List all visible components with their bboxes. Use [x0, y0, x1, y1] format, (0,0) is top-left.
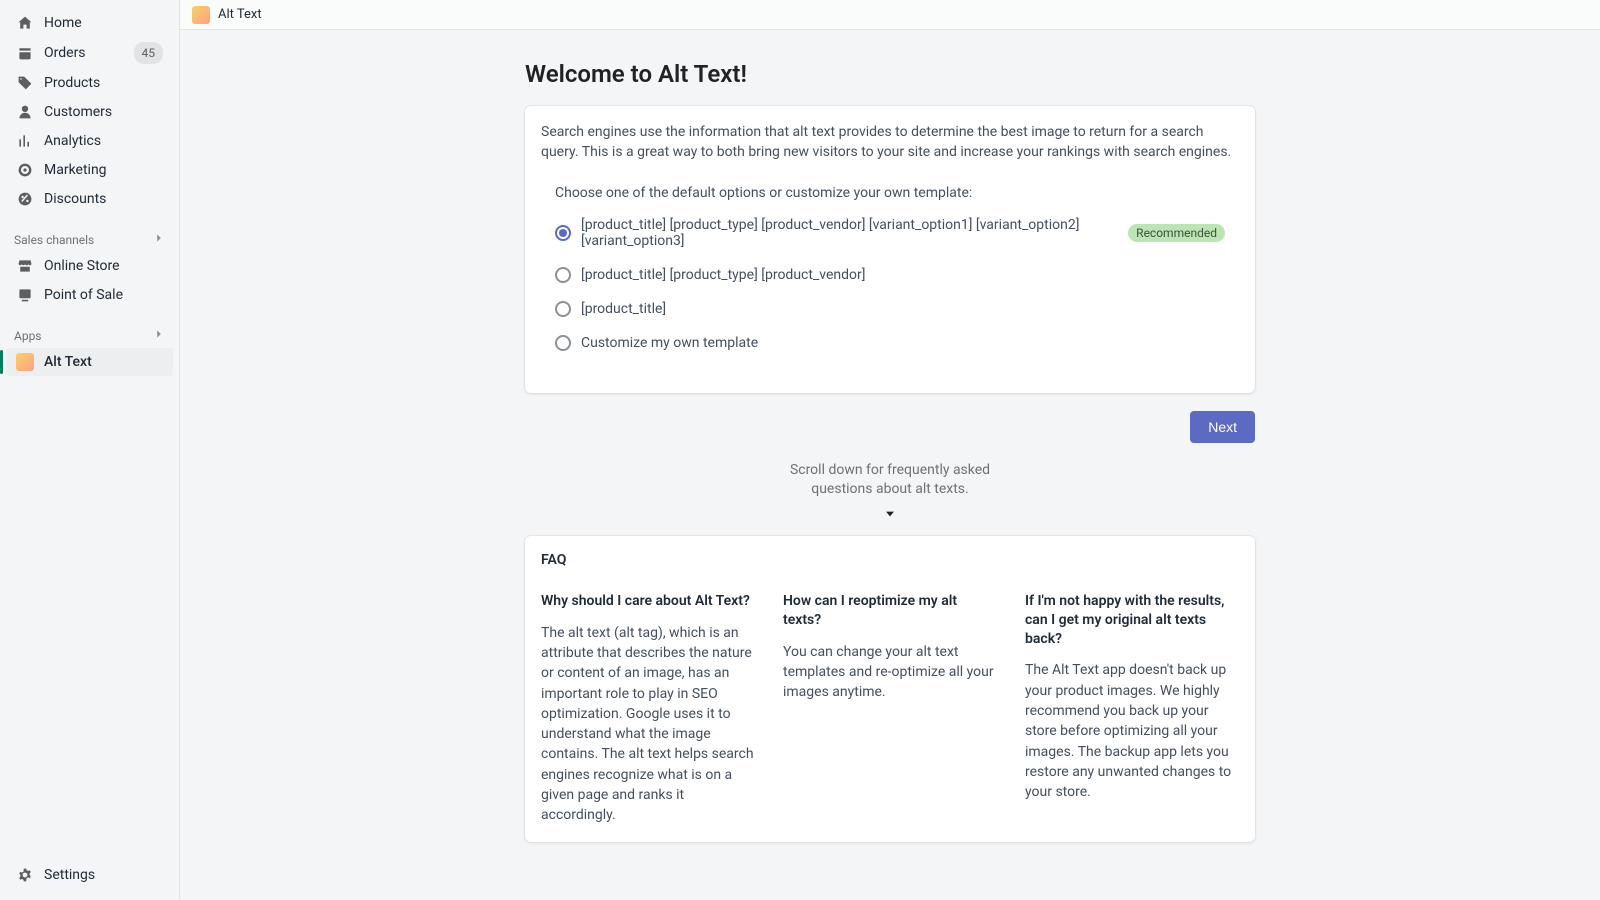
template-option-0[interactable]: [product_title] [product_type] [product_… [555, 217, 1225, 249]
sidebar-item-app-alt-text[interactable]: Alt Text [6, 348, 173, 376]
faq-item: If I'm not happy with the results, can I… [1025, 592, 1239, 826]
sidebar-item-label: Analytics [44, 131, 163, 151]
sidebar-item-discounts[interactable]: Discounts [6, 185, 173, 213]
sidebar-item-marketing[interactable]: Marketing [6, 156, 173, 184]
faq-card: FAQ Why should I care about Alt Text? Th… [525, 536, 1255, 842]
actions-row: Next [525, 411, 1255, 443]
main-area: Alt Text Welcome to Alt Text! Search eng… [180, 0, 1600, 900]
sidebar-item-label: Discounts [44, 189, 163, 209]
options-prompt: Choose one of the default options or cus… [555, 185, 1225, 201]
radio-icon [555, 225, 571, 241]
sidebar-item-settings[interactable]: Settings [0, 858, 179, 900]
apps-header[interactable]: Apps [0, 320, 179, 347]
radio-icon [555, 267, 571, 283]
store-icon [16, 257, 34, 275]
content-scroll[interactable]: Welcome to Alt Text! Search engines use … [180, 30, 1600, 900]
pos-icon [16, 286, 34, 304]
radio-icon [555, 301, 571, 317]
faq-question: Why should I care about Alt Text? [541, 592, 755, 611]
topbar: Alt Text [180, 0, 1600, 30]
app-logo-icon [192, 6, 210, 24]
radio-icon [555, 335, 571, 351]
faq-item: How can I reoptimize my alt texts? You c… [783, 592, 997, 826]
option-label: [product_title] [product_type] [product_… [581, 267, 865, 283]
topbar-title: Alt Text [218, 7, 262, 22]
chevron-right-icon [153, 232, 165, 247]
template-options-card: Search engines use the information that … [525, 106, 1255, 393]
chevron-right-icon [153, 328, 165, 343]
gear-icon [16, 866, 34, 884]
sidebar-item-customers[interactable]: Customers [6, 98, 173, 126]
sidebar-item-label: Products [44, 73, 163, 93]
sidebar-item-label: Marketing [44, 160, 163, 180]
sidebar-item-label: Online Store [44, 256, 163, 276]
template-option-3[interactable]: Customize my own template [555, 335, 1225, 351]
page-title: Welcome to Alt Text! [525, 60, 1255, 88]
section-label: Sales channels [14, 233, 94, 247]
intro-text: Search engines use the information that … [541, 122, 1239, 163]
sidebar-item-products[interactable]: Products [6, 69, 173, 97]
sidebar-item-point-of-sale[interactable]: Point of Sale [6, 281, 173, 309]
faq-question: How can I reoptimize my alt texts? [783, 592, 997, 630]
sidebar-item-orders[interactable]: Orders 45 [6, 38, 173, 68]
chevron-down-icon [525, 506, 1255, 522]
orders-icon [16, 44, 34, 62]
sidebar-item-analytics[interactable]: Analytics [6, 127, 173, 155]
option-label: Customize my own template [581, 335, 758, 351]
orders-count-badge: 45 [134, 42, 164, 64]
sidebar-item-label: Alt Text [44, 352, 163, 372]
tag-icon [16, 74, 34, 92]
faq-answer: You can change your alt text templates a… [783, 642, 997, 703]
sidebar-item-label: Settings [44, 867, 95, 883]
sidebar-item-home[interactable]: Home [6, 9, 173, 37]
sidebar: Home Orders 45 Products Customers Anal [0, 0, 180, 900]
target-icon [16, 161, 34, 179]
section-label: Apps [14, 329, 42, 343]
faq-item: Why should I care about Alt Text? The al… [541, 592, 755, 826]
faq-answer: The alt text (alt tag), which is an attr… [541, 623, 755, 826]
faq-question: If I'm not happy with the results, can I… [1025, 592, 1239, 649]
sales-channels-header[interactable]: Sales channels [0, 224, 179, 251]
option-label: [product_title] [581, 301, 666, 317]
percent-icon [16, 190, 34, 208]
template-option-2[interactable]: [product_title] [555, 301, 1225, 317]
recommended-badge: Recommended [1128, 224, 1225, 242]
sidebar-item-label: Customers [44, 102, 163, 122]
faq-answer: The Alt Text app doesn't back up your pr… [1025, 660, 1239, 802]
sidebar-item-label: Orders [44, 43, 134, 63]
home-icon [16, 14, 34, 32]
scroll-hint-text: Scroll down for frequently asked questio… [760, 461, 1020, 500]
next-button[interactable]: Next [1190, 411, 1255, 443]
sidebar-item-label: Point of Sale [44, 285, 163, 305]
bar-chart-icon [16, 132, 34, 150]
faq-heading: FAQ [541, 552, 1239, 568]
sidebar-item-label: Home [44, 13, 163, 33]
sidebar-item-online-store[interactable]: Online Store [6, 252, 173, 280]
option-label: [product_title] [product_type] [product_… [581, 217, 1114, 249]
app-logo-icon [16, 353, 34, 371]
template-option-1[interactable]: [product_title] [product_type] [product_… [555, 267, 1225, 283]
person-icon [16, 103, 34, 121]
